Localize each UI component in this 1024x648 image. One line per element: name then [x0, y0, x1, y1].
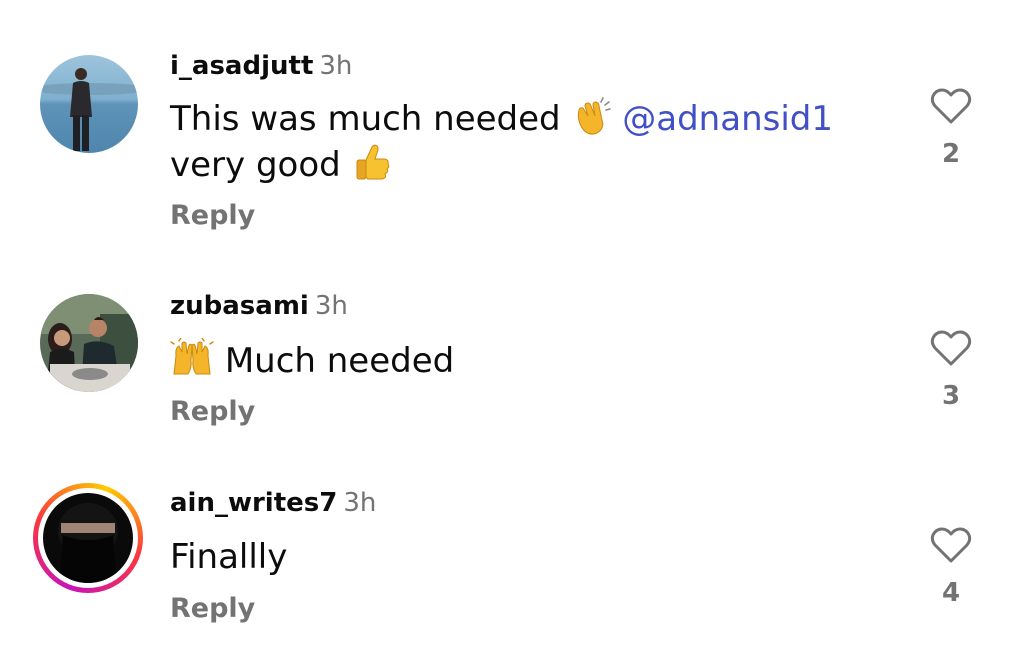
like-control: 4: [928, 526, 974, 608]
comment-text: Much needed: [170, 337, 455, 390]
avatar-photo: [40, 294, 138, 392]
timestamp: 3h: [319, 51, 353, 81]
reply-button[interactable]: Reply: [170, 200, 255, 232]
like-control: 3: [928, 329, 974, 411]
avatar[interactable]: [40, 55, 138, 153]
like-count: 2: [941, 139, 961, 169]
timestamp: 3h: [343, 488, 377, 518]
username[interactable]: i_asadjutt: [170, 51, 313, 81]
avatar[interactable]: [40, 294, 138, 392]
heart-icon[interactable]: [930, 526, 972, 564]
story-ring-gap: [38, 488, 138, 588]
thumbs-up-icon: [352, 142, 392, 194]
comment-text-part: very good: [170, 145, 341, 185]
like-count: 3: [941, 381, 961, 411]
clapping-hands-icon: [571, 96, 612, 148]
story-ring[interactable]: [33, 483, 143, 593]
avatar: [43, 493, 133, 583]
like-control: 2: [928, 87, 974, 169]
raising-hands-icon: [170, 337, 214, 390]
comment-meta: ain_writes7 3h: [170, 487, 376, 519]
avatar-photo: [43, 493, 133, 583]
comment-text: This was much needed @adnansid1: [170, 96, 833, 148]
comment-text-line2: very good: [170, 142, 392, 194]
heart-icon[interactable]: [930, 329, 972, 367]
reply-button[interactable]: Reply: [170, 593, 255, 625]
heart-icon[interactable]: [930, 87, 972, 125]
username[interactable]: ain_writes7: [170, 488, 337, 518]
comment-text-part: Much needed: [224, 341, 455, 381]
comment-meta: zubasami 3h: [170, 290, 348, 322]
timestamp: 3h: [314, 291, 348, 321]
comment-meta: i_asadjutt 3h: [170, 50, 352, 82]
username[interactable]: zubasami: [170, 291, 309, 321]
mention-link[interactable]: @adnansid1: [622, 99, 833, 139]
reply-button[interactable]: Reply: [170, 396, 255, 428]
avatar-photo: [40, 55, 138, 153]
comment-text-part: Finallly: [170, 537, 288, 577]
comment-text: Finallly: [170, 534, 287, 580]
like-count: 4: [941, 578, 961, 608]
comment-text-part: This was much needed: [170, 99, 561, 139]
